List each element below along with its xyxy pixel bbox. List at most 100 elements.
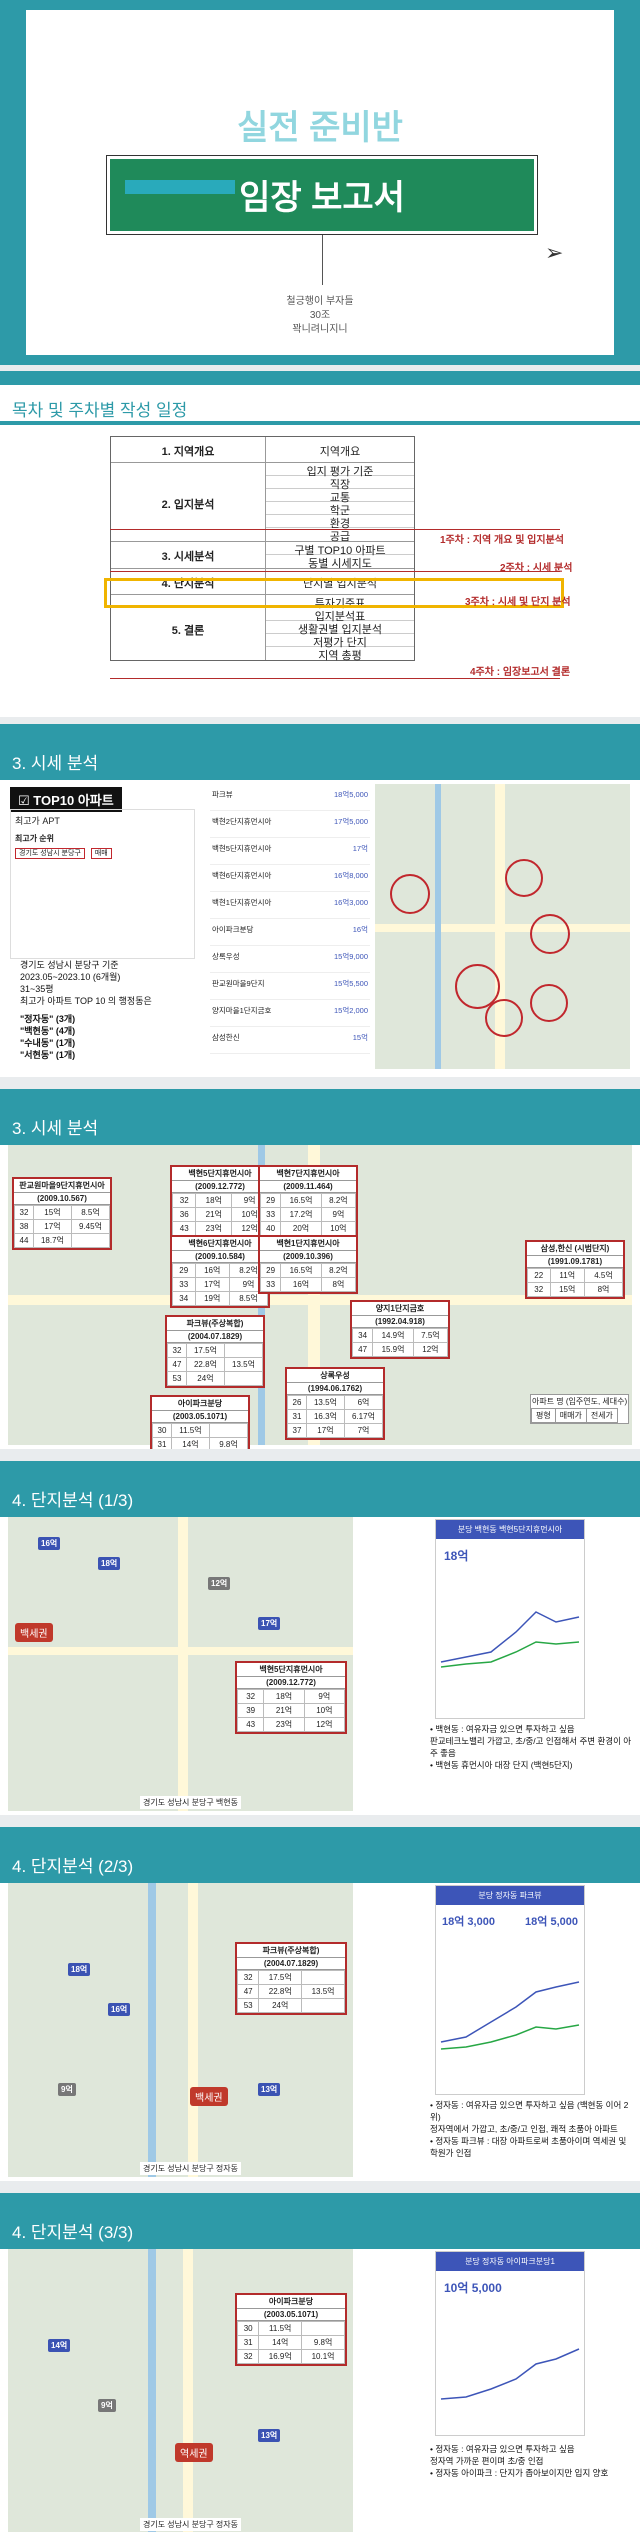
- top10-row[interactable]: 백현6단지휴먼시아 16억8,000: [210, 865, 370, 892]
- price-cell: 32: [171, 1193, 197, 1208]
- price-cell: 30: [152, 1423, 172, 1438]
- price-cell: [301, 2321, 345, 2336]
- price-cell: 16억: [194, 1263, 230, 1278]
- price-cell: 9억: [320, 1207, 357, 1222]
- station-label: 백세권: [15, 1623, 53, 1642]
- cover-slide: 실전 준비반 임장 보고서 ➢ 철긍행이 부자들 30조 꽉니려니지니: [0, 0, 640, 365]
- price-cell: [301, 1998, 345, 2013]
- complex-year: (1992.04.918): [352, 1316, 448, 1328]
- top10-row[interactable]: 삼성한신 15억: [210, 1027, 370, 1054]
- top10-row[interactable]: 양지마을1단지금호 15억2,000: [210, 1000, 370, 1027]
- toc-item: 교통: [266, 489, 414, 504]
- price-cell: 29: [259, 1193, 282, 1208]
- toc-item: 동별 시세지도: [308, 558, 372, 570]
- complex-year: (2004.07.1829): [167, 1331, 263, 1343]
- station-label: 백세권: [190, 2087, 228, 2106]
- price-cell: [301, 1970, 345, 1985]
- price-cell: 11.5억: [170, 1423, 210, 1438]
- price-cell: 16.9억: [258, 2349, 303, 2364]
- toc-item: 학군: [266, 502, 414, 517]
- dong-line: "수내동" (1개): [20, 1038, 76, 1048]
- top10-price: 15억5,500: [333, 979, 368, 988]
- phone-panel-2: 분당 정자동 파크뷰 18억 3,000 18억 5,000: [435, 1885, 585, 2095]
- top10-name: 백현6단지휴먼시아: [212, 871, 272, 880]
- complex-name: 백현5단지휴먼시아: [172, 1167, 268, 1181]
- price-cell: 17.5억: [258, 1970, 303, 1985]
- s4c-heading: 4. 단지분석 (3/3): [0, 2207, 640, 2249]
- report-page: 실전 준비반 임장 보고서 ➢ 철긍행이 부자들 30조 꽉니려니지니 목차 및…: [0, 0, 640, 2536]
- price-marker: 18억: [98, 1557, 121, 1570]
- price-cell: 13.5억: [305, 1395, 345, 1410]
- price-cell: 6.17억: [343, 1409, 384, 1424]
- price-cell: 8.2억: [320, 1263, 357, 1278]
- trade-filter[interactable]: 매매: [90, 848, 112, 859]
- price-cell: 13.5억: [223, 1357, 264, 1372]
- map-circle: [505, 859, 543, 897]
- price-cell: 19억: [194, 1291, 230, 1306]
- complex-year: (2009.12.772): [237, 1677, 345, 1689]
- toc-item: 입지 평가 기준: [266, 463, 414, 478]
- toc-item: 직장: [266, 476, 414, 491]
- top10-row[interactable]: 백현1단지휴먼시아 16억3,000: [210, 892, 370, 919]
- top10-row[interactable]: 아이파크분당 16억: [210, 919, 370, 946]
- note-line: • 백현동 휴먼시아 대장 단지 (백현5단지): [430, 1760, 573, 1770]
- price-cell: 8억: [320, 1277, 357, 1292]
- price-cell: 33: [172, 1277, 196, 1292]
- note-line: 정자역 가까운 편이며 초/중 인접: [430, 2456, 544, 2466]
- price-cell: 53: [167, 1371, 187, 1386]
- price-marker: 13억: [258, 2429, 281, 2442]
- legend-col: 매매가: [554, 1408, 587, 1423]
- price-cell: 24억: [185, 1371, 225, 1386]
- region-filter[interactable]: 경기도 성남시 분당구: [15, 848, 85, 859]
- top10-row[interactable]: 판교원마을9단지 15억5,500: [210, 973, 370, 1000]
- note-line: 판교테크노밸리 가깝고, 초/중/고 인접해서 주변 환경이 아주 좋음: [430, 1736, 632, 1758]
- top10-price: 16억3,000: [333, 898, 368, 907]
- price-cell: 39: [236, 1703, 265, 1718]
- toc-num-3: 3. 시세분석: [111, 542, 266, 568]
- app-sub: 최고가 순위: [15, 834, 55, 843]
- price-marker: 17억: [258, 1617, 281, 1630]
- price-cell: 13.5억: [301, 1984, 345, 1999]
- note-line: • 정자동 : 여유자금 있으면 투자하고 싶음 (백현동 이어 2위): [430, 2100, 629, 2122]
- complex-price-table: 백현1단지휴먼시아 (2009.10.396) 29 16.5억 8.2억 33 16억 8억: [258, 1235, 358, 1294]
- criteria-note: 경기도 성남시 분당구 기준 2023.05~2023.10 (6개월) 31~…: [20, 959, 190, 1061]
- top10-row[interactable]: 상록우성 15억9,000: [210, 946, 370, 973]
- price-cell: 31: [236, 2335, 260, 2350]
- price-cell: 43: [171, 1221, 197, 1236]
- s4a-heading: 4. 단지분석 (1/3): [0, 1475, 640, 1517]
- notes-1: • 백현동 : 여유자금 있으면 투자하고 싶음 판교테크노밸리 가깝고, 초/…: [430, 1723, 635, 1771]
- price-marker: 14억: [48, 2339, 71, 2352]
- price-cell: 24억: [258, 1998, 303, 2013]
- top10-row[interactable]: 백현5단지휴먼시아 17억: [210, 838, 370, 865]
- legend-title: 아파트 명 (입주연도, 세대수): [532, 1397, 628, 1406]
- top10-price: 16억8,000: [333, 871, 368, 880]
- toc-item: 입지분석표: [266, 608, 414, 623]
- price-cell: 17억: [194, 1277, 230, 1292]
- price-cell: 22.8억: [258, 1984, 303, 1999]
- complex-price-table: 삼성,한신 (시범단지) (1991.09.1781) 22 11억 4.5억 32 15억…: [525, 1240, 625, 1299]
- top10-row[interactable]: 백현2단지휴먼시아 17억5,000: [210, 811, 370, 838]
- price-cell: 17.5억: [185, 1343, 225, 1358]
- top10-price: 17억: [352, 844, 368, 853]
- dong-line: "정자동" (3개): [20, 1014, 76, 1024]
- check-icon: ☑: [18, 793, 34, 808]
- price-cell: 17억: [32, 1219, 72, 1234]
- price-cell: 47: [351, 1342, 374, 1357]
- complex-price-table: 백현6단지휴먼시아 (2009.10.584) 29 16억 8.2억 33 17억 9억 34…: [170, 1235, 270, 1308]
- price-cell: 34: [351, 1328, 374, 1343]
- top10-price: 16억: [352, 925, 368, 934]
- price-cell: 38: [14, 1219, 34, 1234]
- complex-table-3: 아이파크분당 (2003.05.1071) 30 11.5억 31 14억 9.8억 32…: [235, 2293, 347, 2366]
- price-cell: 11억: [549, 1268, 585, 1283]
- top10-row[interactable]: 파크뷰 18억5,000: [210, 784, 370, 811]
- price-cell: 10억: [303, 1703, 346, 1718]
- price-cell: 29: [172, 1263, 196, 1278]
- note-line: 정자역에서 가깝고, 초/중/고 인접, 쾌적 초품아 아파트: [430, 2124, 618, 2134]
- complex-name: 백현1단지휴먼시아: [260, 1237, 356, 1251]
- complex-year: (2004.07.1829): [237, 1958, 345, 1970]
- map-footer: 경기도 성남시 분당구 백현동: [140, 1796, 241, 1809]
- phone-price: 10억 5,000: [444, 2281, 502, 2295]
- price-cell: 14.9억: [372, 1328, 414, 1343]
- legend-col: 전세가: [585, 1408, 618, 1423]
- note-line: 31~35평: [20, 984, 54, 994]
